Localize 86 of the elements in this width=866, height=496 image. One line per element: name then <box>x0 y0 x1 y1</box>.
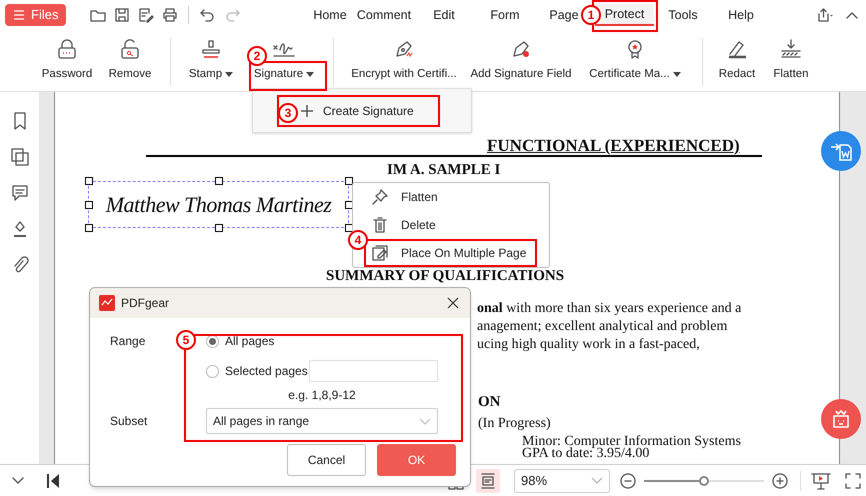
body-text: ucing high quality work in a fast-paced, <box>477 336 700 354</box>
menu-tab[interactable]: Protect <box>595 4 654 26</box>
ribbon-button[interactable]: Add Signature Field <box>466 38 576 84</box>
padlock-icon <box>56 38 78 60</box>
subset-dropdown[interactable]: All pages in range <box>206 408 438 434</box>
menu-tab[interactable]: Form <box>475 4 535 26</box>
ribbon-button[interactable]: Redact <box>711 38 763 84</box>
open-padlock-icon <box>119 38 141 60</box>
print-icon <box>162 7 178 23</box>
body-text: Minor: Computer Information Systems <box>522 433 741 449</box>
assistant-button[interactable] <box>821 399 861 439</box>
first-page-icon <box>46 472 60 488</box>
body-text: (In Progress) <box>478 415 551 433</box>
bookmark-icon <box>12 112 28 130</box>
hint-text: e.g. 1,8,9-12 <box>288 387 356 404</box>
section-heading: SUMMARY OF QUALIFICATIONS <box>326 268 564 285</box>
caret-icon <box>225 72 234 78</box>
robot-icon <box>830 408 852 430</box>
pushpin-icon <box>371 188 389 206</box>
trash-icon <box>371 216 389 234</box>
menu-tab[interactable]: Comment <box>355 4 413 26</box>
close-button[interactable] <box>445 295 461 311</box>
resize-handle[interactable] <box>85 177 93 185</box>
resize-handle[interactable] <box>85 201 93 209</box>
menu-tab[interactable]: Edit <box>413 4 475 26</box>
range-label: Range <box>110 333 146 350</box>
caret-icon <box>306 72 314 78</box>
plus-icon <box>301 104 313 116</box>
stamp-icon <box>200 38 222 60</box>
convert-button[interactable] <box>821 131 861 171</box>
step-number: 2 <box>247 46 267 66</box>
zoom-dropdown[interactable]: 98% <box>514 468 610 492</box>
flatten-icon <box>780 38 802 60</box>
menu-tab[interactable]: Tools <box>654 4 712 26</box>
zoom-slider[interactable] <box>644 476 764 486</box>
menu-tab[interactable]: Help <box>712 4 770 26</box>
fullscreen-icon <box>845 472 861 488</box>
share-icon <box>816 7 834 23</box>
pages-pencil-icon <box>371 244 389 262</box>
document-heading: FUNCTIONAL (EXPERIENCED) <box>487 135 740 157</box>
save-icon <box>114 7 130 23</box>
pages-icon <box>10 148 28 166</box>
chevron-down-icon <box>12 476 24 484</box>
step-number: 1 <box>581 5 601 25</box>
menu-item[interactable]: Flatten <box>371 186 438 208</box>
menu-tab[interactable]: Page <box>547 4 581 26</box>
comment-icon <box>10 184 28 202</box>
radio-option[interactable]: All pages <box>206 332 274 350</box>
undo-icon <box>199 7 216 23</box>
ribbon-button[interactable]: Flatten <box>763 38 819 84</box>
edit-document-icon <box>138 7 154 23</box>
cancel-button[interactable]: Cancel <box>287 444 366 476</box>
resize-handle[interactable] <box>345 177 353 185</box>
resize-handle[interactable] <box>215 177 223 185</box>
menu-item[interactable]: Create Signature <box>301 102 414 120</box>
menu-icon <box>13 10 25 20</box>
menu-item[interactable]: Delete <box>371 214 436 236</box>
menu-item[interactable]: Place On Multiple Page <box>371 242 526 264</box>
presentation-icon <box>811 472 831 490</box>
ribbon-button[interactable]: Remove <box>98 38 162 84</box>
caret-icon <box>672 72 681 78</box>
zoom-out-icon <box>620 472 636 488</box>
close-icon <box>447 297 459 309</box>
slider-thumb[interactable] <box>699 476 709 486</box>
redo-icon <box>225 7 242 23</box>
body-text: anagement; excellent analytical and problem <box>477 318 728 336</box>
handwritten-signature: Matthew Thomas Martinez <box>106 191 332 219</box>
section-heading: ON <box>478 393 500 412</box>
resize-handle[interactable] <box>215 224 223 232</box>
body-text: onal with more than six years experience and a <box>477 300 742 318</box>
ribbon-button[interactable]: Encrypt with Certifi... <box>342 38 466 84</box>
scroll-page-icon <box>480 472 496 490</box>
chevron-up-icon <box>846 11 858 19</box>
app-logo-icon <box>99 295 115 311</box>
document-name: IM A. SAMPLE I <box>387 162 500 179</box>
radio-option[interactable]: Selected pages <box>206 362 308 380</box>
pages-input[interactable] <box>308 360 438 382</box>
continuous-view-button[interactable] <box>476 468 500 492</box>
ribbon-button[interactable]: Certificate Ma... <box>576 38 694 84</box>
dialog-title: PDFgear <box>121 295 170 312</box>
ribbon-button[interactable]: Password <box>36 38 98 84</box>
menu-tab[interactable]: Home <box>305 4 355 26</box>
resize-handle[interactable] <box>85 224 93 232</box>
subset-label: Subset <box>110 413 148 430</box>
ribbon-button[interactable]: Stamp <box>179 38 243 84</box>
zoom-in-icon <box>772 472 788 488</box>
